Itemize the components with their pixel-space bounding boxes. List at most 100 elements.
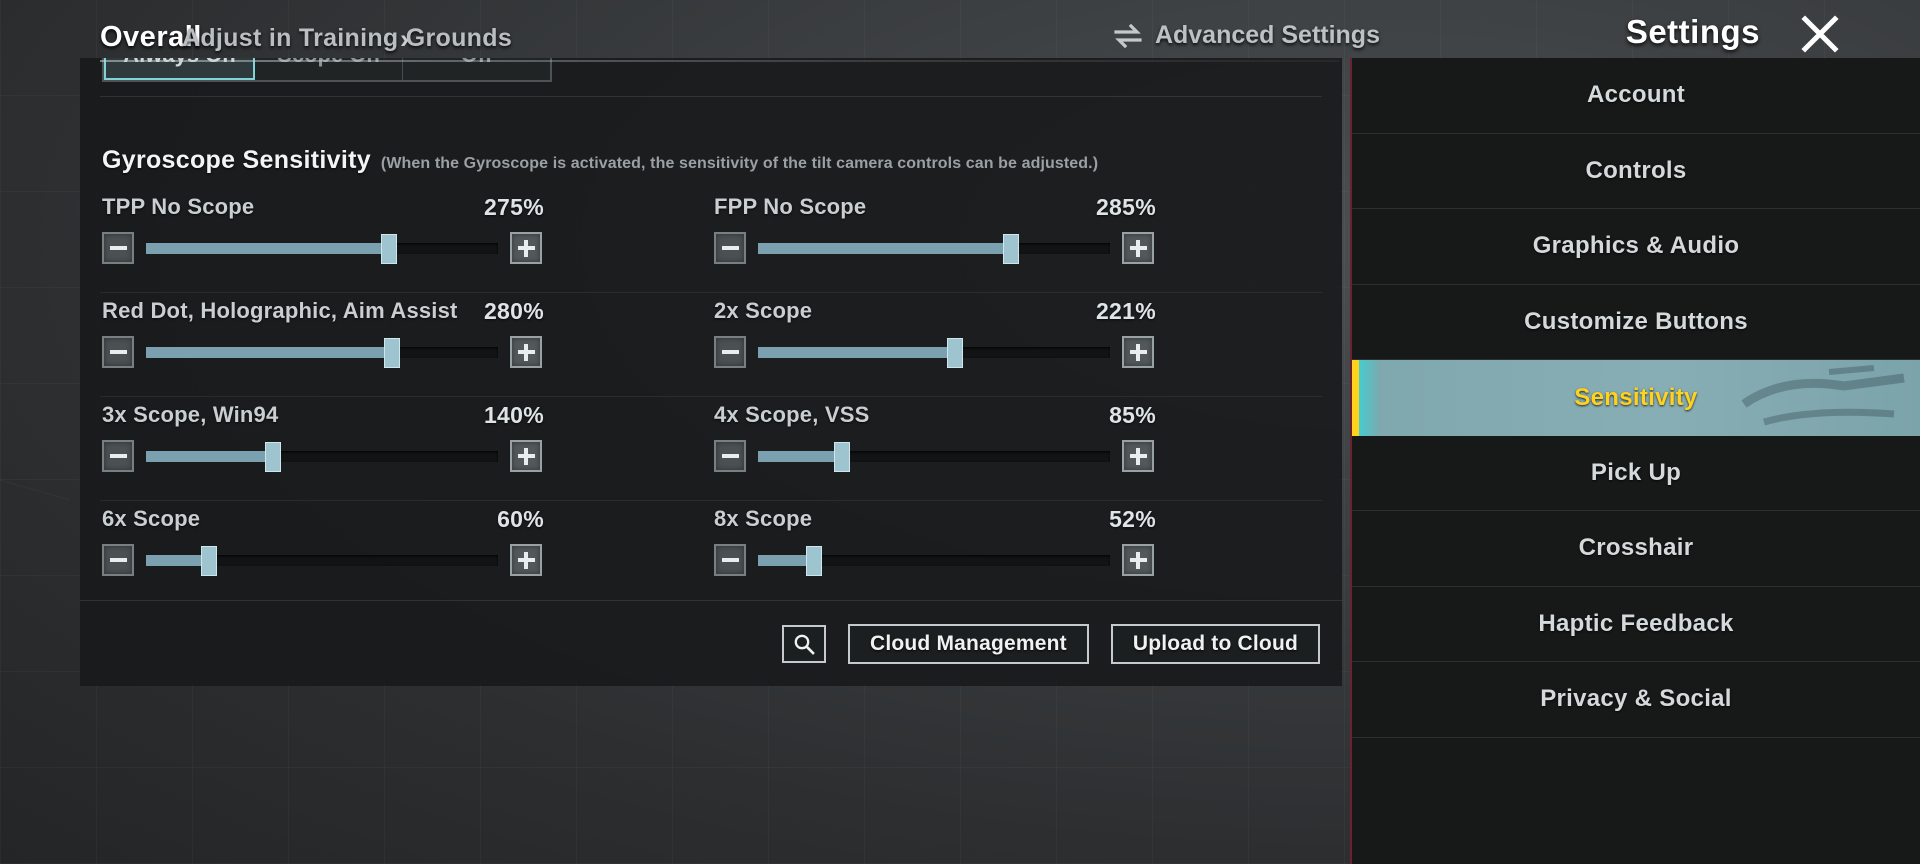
sidebar-item-haptic-feedback[interactable]: Haptic Feedback (1352, 587, 1920, 662)
slider-control (714, 544, 1154, 576)
slider-track-area[interactable] (758, 440, 1110, 472)
sidebar-item-crosshair[interactable]: Crosshair (1352, 511, 1920, 587)
page-title: Settings (1625, 13, 1760, 50)
slider-thumb[interactable] (834, 442, 850, 472)
slider-thumb[interactable] (381, 234, 397, 264)
sidebar-item-label: Sensitivity (1574, 383, 1698, 411)
sensitivity-slider-row: 3x Scope, Win94 140% (102, 396, 714, 500)
decrease-button[interactable] (102, 440, 134, 472)
section-title: Gyroscope Sensitivity (102, 146, 371, 174)
slider-fill (146, 347, 392, 358)
slider-control (102, 544, 542, 576)
slider-fill (758, 451, 842, 462)
settings-sidebar: Account Controls Graphics & Audio Customize… (1350, 58, 1920, 864)
slider-fill (758, 243, 1011, 254)
sidebar-item-label: Privacy & Social (1540, 685, 1732, 713)
slider-thumb[interactable] (1003, 234, 1019, 264)
sidebar-item-label: Graphics & Audio (1532, 232, 1740, 260)
slider-track-area[interactable] (146, 544, 498, 576)
increase-button[interactable] (510, 336, 542, 368)
section-description: (When the Gyroscope is activated, the se… (380, 155, 1099, 172)
increase-button[interactable] (1122, 232, 1154, 264)
sidebar-item-label: Customize Buttons (1524, 307, 1748, 335)
top-divider (100, 60, 1340, 62)
slider-track-area[interactable] (758, 232, 1110, 264)
slider-value: 52% (1109, 506, 1156, 532)
sensitivity-slider-row: 2x Scope 221% (714, 292, 1326, 396)
sidebar-item-label: Haptic Feedback (1538, 609, 1734, 637)
sidebar-item-graphics-audio[interactable]: Graphics & Audio (1352, 209, 1920, 285)
slider-control (714, 232, 1154, 264)
slider-control (714, 440, 1154, 472)
increase-button[interactable] (510, 544, 542, 576)
sidebar-item-label: Crosshair (1578, 534, 1694, 562)
slider-track-area[interactable] (146, 440, 498, 472)
slider-control (102, 440, 542, 472)
increase-button[interactable] (1122, 544, 1154, 576)
sidebar-item-label: Controls (1585, 156, 1687, 184)
slider-thumb[interactable] (265, 442, 281, 472)
sidebar-item-label: Pick Up (1590, 458, 1682, 486)
increase-button[interactable] (1122, 440, 1154, 472)
slider-value: 85% (1109, 402, 1156, 428)
increase-button[interactable] (510, 440, 542, 472)
slider-thumb[interactable] (384, 338, 400, 368)
slider-control (102, 336, 542, 368)
decrease-button[interactable] (714, 544, 746, 576)
slider-track-area[interactable] (146, 336, 498, 368)
slider-row-divider (100, 292, 1322, 293)
sensitivity-slider-row: Red Dot, Holographic, Aim Assist 280% (102, 292, 714, 396)
slider-fill (146, 451, 273, 462)
sensitivity-slider-row: FPP No Scope 285% (714, 188, 1326, 292)
advanced-settings-label: Advanced Settings (1154, 21, 1380, 49)
panel-divider-top (100, 96, 1322, 97)
slider-thumb[interactable] (201, 546, 217, 576)
decrease-button[interactable] (102, 336, 134, 368)
sidebar-item-sensitivity[interactable]: Sensitivity (1352, 360, 1920, 436)
swap-arrows-icon (1114, 23, 1142, 48)
decrease-button[interactable] (102, 544, 134, 576)
sensitivity-slider-row: 4x Scope, VSS 85% (714, 396, 1326, 500)
sensitivity-slider-row: TPP No Scope 275% (102, 188, 714, 292)
settings-content-panel: Always On Scope On Off Gyroscope Sensiti… (80, 58, 1342, 686)
slider-row-divider (100, 500, 1322, 501)
slider-fill (146, 555, 209, 566)
slider-control (714, 336, 1154, 368)
slider-value: 285% (1095, 194, 1156, 220)
sidebar-item-label: Account (1586, 81, 1686, 109)
search-icon (794, 634, 815, 655)
bottom-action-bar: Cloud Management Upload to Cloud (80, 600, 1342, 686)
slider-thumb[interactable] (947, 338, 963, 368)
gyroscope-sensitivity-header: Gyroscope Sensitivity (When the Gyroscop… (102, 146, 1098, 175)
sensitivity-slider-row: 8x Scope 52% (714, 500, 1326, 604)
cloud-management-button[interactable]: Cloud Management (847, 623, 1089, 664)
advanced-settings-button[interactable]: Advanced Settings (1113, 21, 1380, 50)
search-button[interactable] (781, 624, 826, 663)
sidebar-item-pick-up[interactable]: Pick Up (1352, 436, 1920, 511)
slider-row-divider (100, 396, 1322, 397)
sidebar-item-customize-buttons[interactable]: Customize Buttons (1352, 285, 1920, 360)
sensitivity-slider-row: 6x Scope 60% (102, 500, 714, 604)
slider-value: 221% (1095, 298, 1156, 324)
slider-value: 140% (483, 402, 544, 428)
slider-fill (758, 347, 955, 358)
slider-control (102, 232, 542, 264)
slider-thumb[interactable] (806, 546, 822, 576)
increase-button[interactable] (510, 232, 542, 264)
sidebar-item-privacy-social[interactable]: Privacy & Social (1352, 662, 1920, 738)
increase-button[interactable] (1122, 336, 1154, 368)
slider-value: 280% (483, 298, 544, 324)
decrease-button[interactable] (102, 232, 134, 264)
upload-to-cloud-button[interactable]: Upload to Cloud (1110, 623, 1320, 664)
slider-track-area[interactable] (758, 336, 1110, 368)
decrease-button[interactable] (714, 440, 746, 472)
decrease-button[interactable] (714, 232, 746, 264)
sidebar-item-controls[interactable]: Controls (1352, 134, 1920, 209)
slider-value: 60% (497, 506, 544, 532)
slider-value: 275% (483, 194, 544, 220)
close-icon[interactable] (1798, 12, 1842, 56)
slider-track-area[interactable] (758, 544, 1110, 576)
decrease-button[interactable] (714, 336, 746, 368)
sidebar-active-decoration (1741, 365, 1905, 426)
slider-track-area[interactable] (146, 232, 498, 264)
